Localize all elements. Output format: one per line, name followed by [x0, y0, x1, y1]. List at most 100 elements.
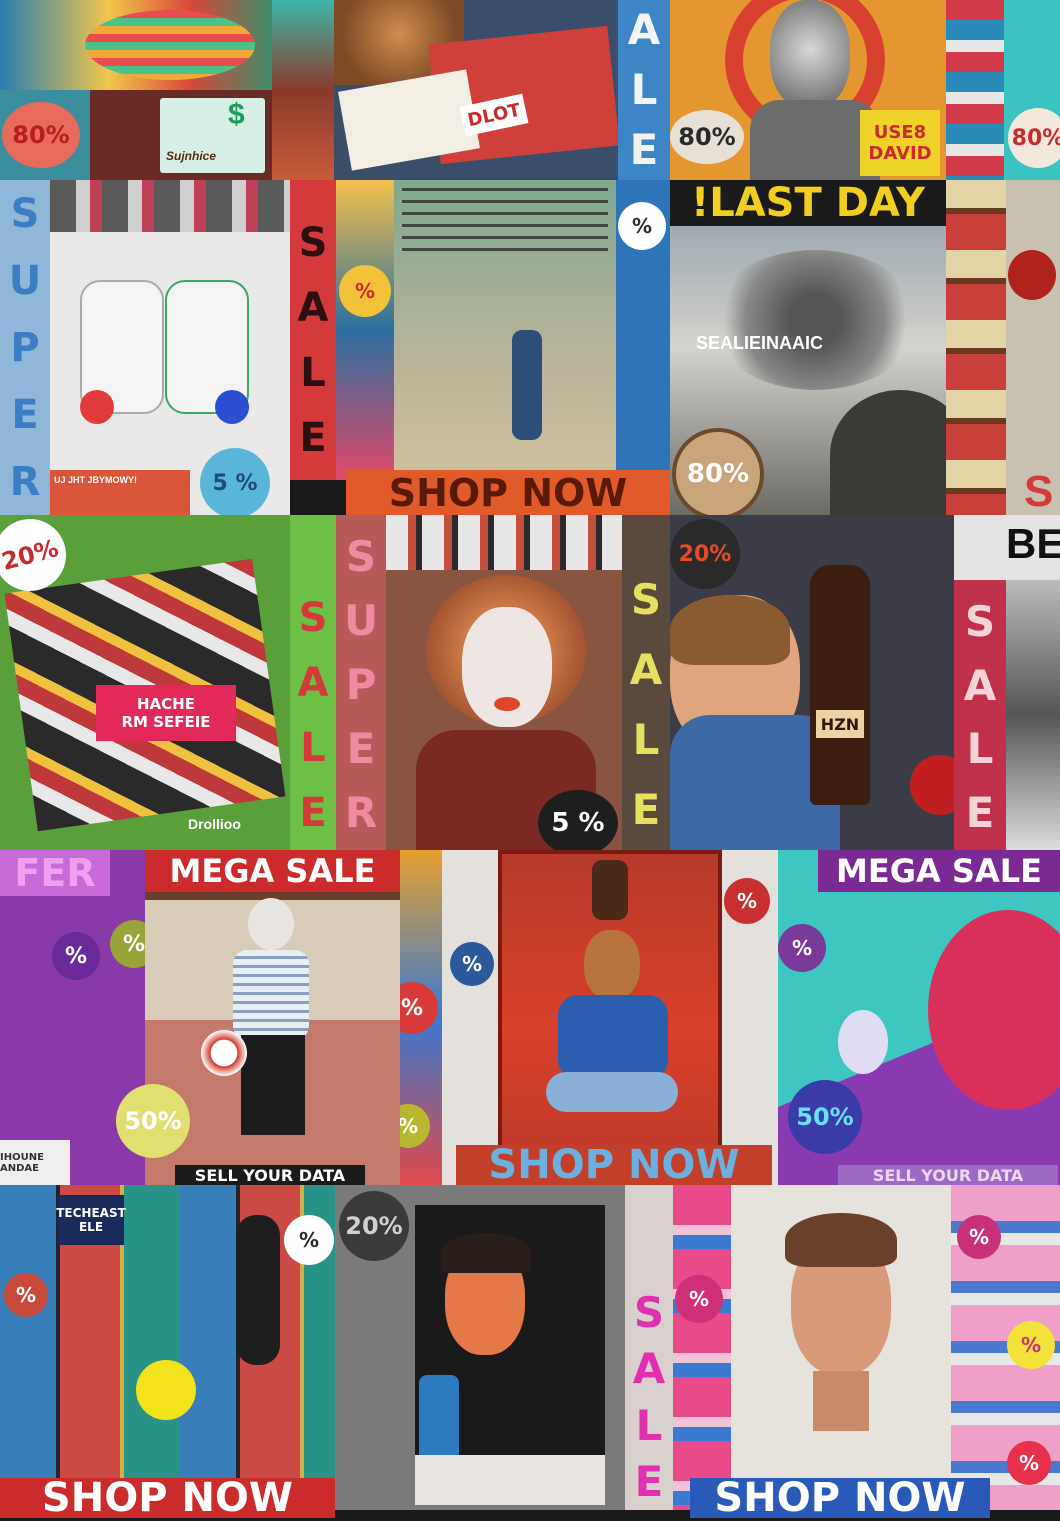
- pink-shelf-left: [673, 1185, 731, 1510]
- shop-now-right[interactable]: SHOP NOW: [690, 1475, 990, 1521]
- cake-illustration: [85, 10, 255, 80]
- poster-hair: [441, 1233, 531, 1273]
- row2-tile-poster: [394, 180, 616, 480]
- badge-50-right: 50%: [788, 1080, 862, 1154]
- row2-tile-bottles: %: [616, 180, 670, 480]
- row3-tile-sale-green: SALE: [290, 515, 336, 850]
- row1-tile-books: [272, 0, 334, 180]
- robot-ball-red: [80, 390, 114, 424]
- badge-20-mid: 20%: [670, 519, 740, 589]
- rock: [830, 390, 946, 515]
- red-fruit: [1008, 250, 1056, 300]
- row1-tile-right: 80%: [946, 0, 1060, 180]
- walking-figure: [512, 330, 542, 440]
- shelf-pct-badge: %: [339, 265, 391, 317]
- row2-tile-lastday: !LAST DAY SEALIEINAAIC 80%: [670, 180, 946, 515]
- row4-tile-abstract: MEGA SALE % 50% SELL YOUR DATA: [778, 850, 1060, 1185]
- vertical-sale-green: SALE: [297, 594, 329, 836]
- row1-tile-cake: [0, 0, 272, 90]
- bottle: [810, 565, 870, 805]
- row2-tile-right: S: [946, 180, 1060, 515]
- sell-data-right[interactable]: SELL YOUR DATA: [838, 1165, 1058, 1185]
- vertical-sale-pink: SALE: [632, 1288, 666, 1506]
- partial-be: BE: [1006, 520, 1060, 567]
- shop-now-banner-row2[interactable]: SHOP NOW: [346, 470, 670, 515]
- row3-tile-collage: 20% HACHE RM SEFEIE Drollioo: [0, 515, 290, 850]
- sell-data-left[interactable]: SELL YOUR DATA: [175, 1165, 365, 1185]
- right-books: [946, 180, 1006, 515]
- badge-80-mid: 80%: [670, 110, 744, 164]
- corner-label: IHOUNE ANDAE: [0, 1140, 70, 1185]
- last-day-banner: !LAST DAY: [670, 180, 946, 226]
- grandma-shirt: [233, 950, 309, 1040]
- book-stack: [946, 0, 1004, 180]
- row1-tile-badge-80: 80%: [0, 90, 90, 180]
- row1-tile-cards: $ Sujnhice: [90, 90, 272, 180]
- row2-tile-shelf: %: [336, 180, 394, 480]
- row2-tile-robots: UJ JHT JBYMOWY! 5 %: [50, 180, 290, 515]
- dollar-sign: $: [228, 98, 245, 131]
- vertical-super-left: SUPER: [8, 190, 42, 505]
- pct-badge-r4-3: %: [400, 982, 438, 1034]
- row2-tile-sale-red: SALE: [290, 180, 336, 480]
- badge-80-right: 80%: [1008, 108, 1060, 168]
- pct-badge-r5-1: %: [4, 1273, 48, 1317]
- man-hair: [785, 1213, 897, 1267]
- badge-80-left: 80%: [2, 102, 80, 168]
- pink-board: HACHE RM SEFEIE: [96, 685, 236, 741]
- row3-tile-sale-right: SALE: [622, 515, 670, 850]
- egg: [838, 1010, 888, 1074]
- grandma-pants: [241, 1035, 305, 1135]
- shop-now-mid[interactable]: SHOP NOW: [456, 1142, 772, 1185]
- yellow-circle-sign: [136, 1360, 196, 1420]
- badge-5-pct: 5 %: [200, 448, 270, 515]
- robot-ball-blue: [215, 390, 249, 424]
- vertical-ale: ALE: [627, 5, 661, 174]
- row3-tile-bottle: 20% HZN: [670, 515, 954, 850]
- pct-badge-r5-6: %: [1007, 1441, 1051, 1485]
- row5-tile-man: % % % %: [673, 1185, 1060, 1510]
- pct-badge-r5-2: %: [284, 1215, 334, 1265]
- row2-tile-super: SUPER: [0, 180, 50, 515]
- vertical-sale-red-right: SALE: [963, 596, 997, 838]
- poster-text-block: [402, 188, 608, 258]
- mega-sale-left: MEGA SALE: [145, 850, 400, 892]
- blue-sweater: [558, 995, 668, 1080]
- badge-80-row2: 80%: [672, 428, 764, 515]
- tiny-caption: UJ JHT JBYMOWY!: [54, 475, 138, 485]
- pct-badge-white: %: [618, 202, 666, 250]
- woman-portrait: [236, 1215, 280, 1365]
- smoke-text: SEALIEINAAIC: [696, 333, 824, 353]
- right-partial-s: S: [1024, 467, 1054, 516]
- boy-hair: [670, 595, 790, 665]
- pct-badge-r4-7: %: [778, 924, 826, 972]
- pct-badge-r4-5: %: [450, 942, 494, 986]
- pct-badge-r4-1: %: [52, 932, 100, 980]
- row5-tile-street: TECHEAST ELE % %: [0, 1185, 335, 1510]
- row4-tile-shelf: % %: [400, 850, 442, 1185]
- badge-5-row3: 5 %: [538, 790, 618, 856]
- row3-tile-gray: [1006, 580, 1060, 850]
- badge-20-row5: 20%: [339, 1191, 409, 1261]
- pct-badge-r4-4: %: [400, 1104, 430, 1148]
- row3-tile-super-pink: SUPER: [336, 515, 386, 850]
- pct-badge-r4-6: %: [724, 878, 770, 924]
- row4-tile-booth: % % SHOP NOW: [442, 850, 778, 1185]
- smoke-cloud: [710, 250, 920, 390]
- dog-head-person: [584, 930, 640, 1000]
- pct-badge-r5-4: %: [957, 1215, 1001, 1259]
- soccer-ball: [201, 1030, 247, 1076]
- girl-face: [770, 0, 850, 110]
- fer-label: FER: [0, 850, 110, 896]
- gadget-strip: [50, 180, 290, 232]
- mega-sale-right: MEGA SALE: [818, 850, 1060, 892]
- top-shelf: [386, 515, 622, 570]
- man-neck: [813, 1371, 869, 1431]
- row1-tile-dog: DLOT: [334, 0, 618, 180]
- poster-title: TECHEAST ELE: [56, 1195, 126, 1245]
- vertical-sale-yellow: SALE: [629, 575, 663, 834]
- row3-tile-sale-red-right: SALE: [954, 580, 1006, 850]
- grandma-head: [248, 898, 294, 950]
- vertical-super-pink: SUPER: [343, 532, 379, 837]
- shop-now-left[interactable]: SHOP NOW: [0, 1475, 335, 1521]
